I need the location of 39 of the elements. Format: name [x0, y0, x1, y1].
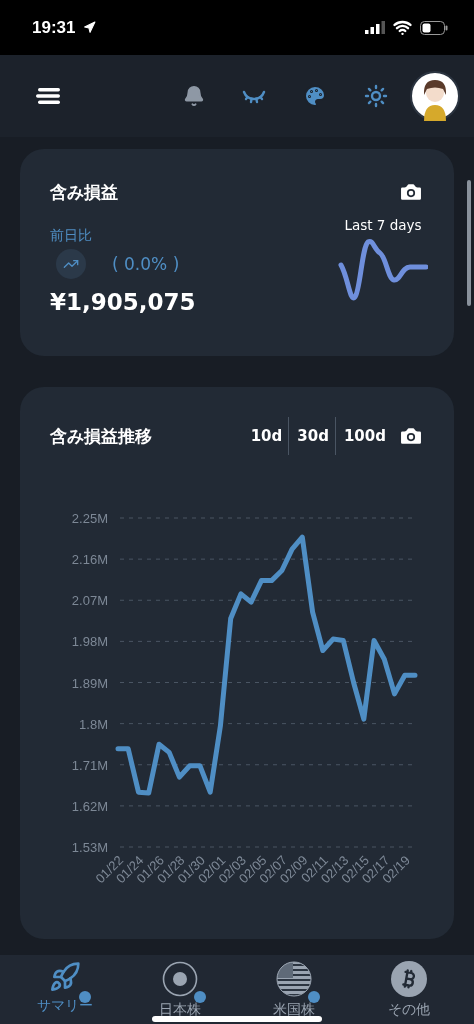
sun-button[interactable] [364, 84, 388, 108]
card-title: 含み損益推移 [50, 424, 152, 448]
change-percent: ( 0.0% ) [112, 254, 180, 274]
palette-button[interactable] [303, 84, 327, 108]
amount: ¥1,905,075 [50, 289, 196, 315]
menu-icon[interactable] [36, 87, 60, 105]
tab-item[interactable]: その他 [358, 955, 459, 1024]
notification-dot [79, 991, 92, 1003]
flag-icon [276, 961, 313, 997]
axis-label: 1.8M [79, 716, 108, 732]
axis-label: 2.16M [71, 552, 108, 568]
tab-item[interactable]: サマリー [15, 955, 116, 1024]
trend-up-icon [56, 249, 86, 279]
wifi-icon [393, 18, 412, 37]
status-time: 19:31 [32, 17, 76, 38]
notification-button[interactable] [183, 85, 205, 107]
range-button[interactable]: 30d [288, 417, 335, 455]
axis-label: 1.71M [71, 757, 108, 773]
notification-dot [308, 991, 321, 1003]
axis-label: 2.25M [71, 511, 108, 526]
axis-label: 1.89M [71, 675, 108, 691]
range-button[interactable]: 10d [242, 417, 289, 455]
avatar[interactable] [410, 71, 460, 121]
target-icon [161, 961, 198, 997]
notification-dot [193, 991, 206, 1003]
axis-label: 1.53M [71, 840, 108, 855]
card-title: 含み損益 [50, 180, 118, 204]
axis-label: 2.07M [71, 593, 108, 609]
battery-icon [420, 20, 448, 35]
comparison-label: 前日比 [50, 227, 93, 245]
scrollbar[interactable] [467, 180, 471, 306]
range-button[interactable]: 100d [334, 417, 392, 455]
axis-label: 1.98M [71, 634, 108, 650]
rocket-icon [49, 961, 82, 993]
bitcoin-icon [390, 961, 427, 997]
location-icon [83, 21, 97, 34]
sparkline-label: Last 7 days [344, 217, 422, 233]
signal-icon [365, 21, 385, 34]
axis-label: 1.62M [71, 798, 108, 814]
